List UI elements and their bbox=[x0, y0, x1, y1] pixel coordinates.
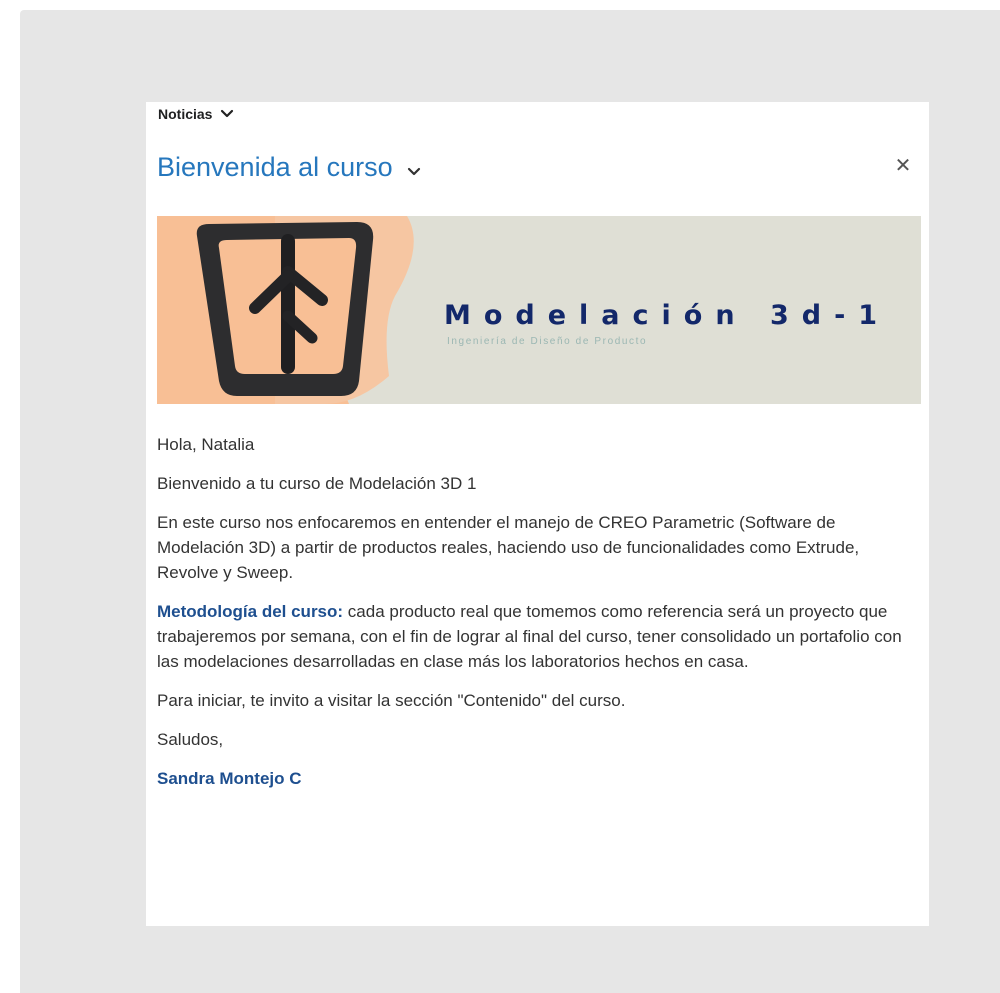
welcome-text: Bienvenido a tu curso de Modelación 3D 1 bbox=[157, 474, 477, 493]
start-text: Para iniciar, te invito a visitar la sec… bbox=[157, 691, 626, 710]
banner-title: Modelación 3d-1 bbox=[444, 300, 891, 331]
announcement-header: Bienvenida al curso bbox=[157, 152, 421, 183]
news-widget: Noticias Bienvenida al curso ✕ Modelació… bbox=[146, 102, 929, 926]
announcement-body: Hola, Natalia Bienvenido a tu curso de M… bbox=[157, 432, 917, 805]
course-banner: Modelación 3d-1 Ingeniería de Diseño de … bbox=[157, 216, 921, 404]
widget-title: Noticias bbox=[158, 106, 213, 122]
methodology-label: Metodología del curso: bbox=[157, 602, 344, 621]
close-icon[interactable]: ✕ bbox=[893, 154, 913, 178]
widget-container: Noticias Bienvenida al curso ✕ Modelació… bbox=[20, 10, 1000, 993]
chevron-down-icon[interactable] bbox=[220, 107, 234, 121]
greeting-text: Hola, Natalia bbox=[157, 435, 255, 454]
closing-text: Saludos, bbox=[157, 730, 224, 749]
widget-header[interactable]: Noticias bbox=[158, 106, 234, 122]
signature: Sandra Montejo C bbox=[157, 769, 302, 788]
banner-subtitle: Ingeniería de Diseño de Producto bbox=[447, 336, 648, 347]
methodology-paragraph: Metodología del curso: cada producto rea… bbox=[157, 599, 917, 674]
chevron-down-icon[interactable] bbox=[407, 165, 421, 179]
announcement-title[interactable]: Bienvenida al curso bbox=[157, 152, 393, 183]
intro-text: En este curso nos enfocaremos en entende… bbox=[157, 513, 860, 582]
